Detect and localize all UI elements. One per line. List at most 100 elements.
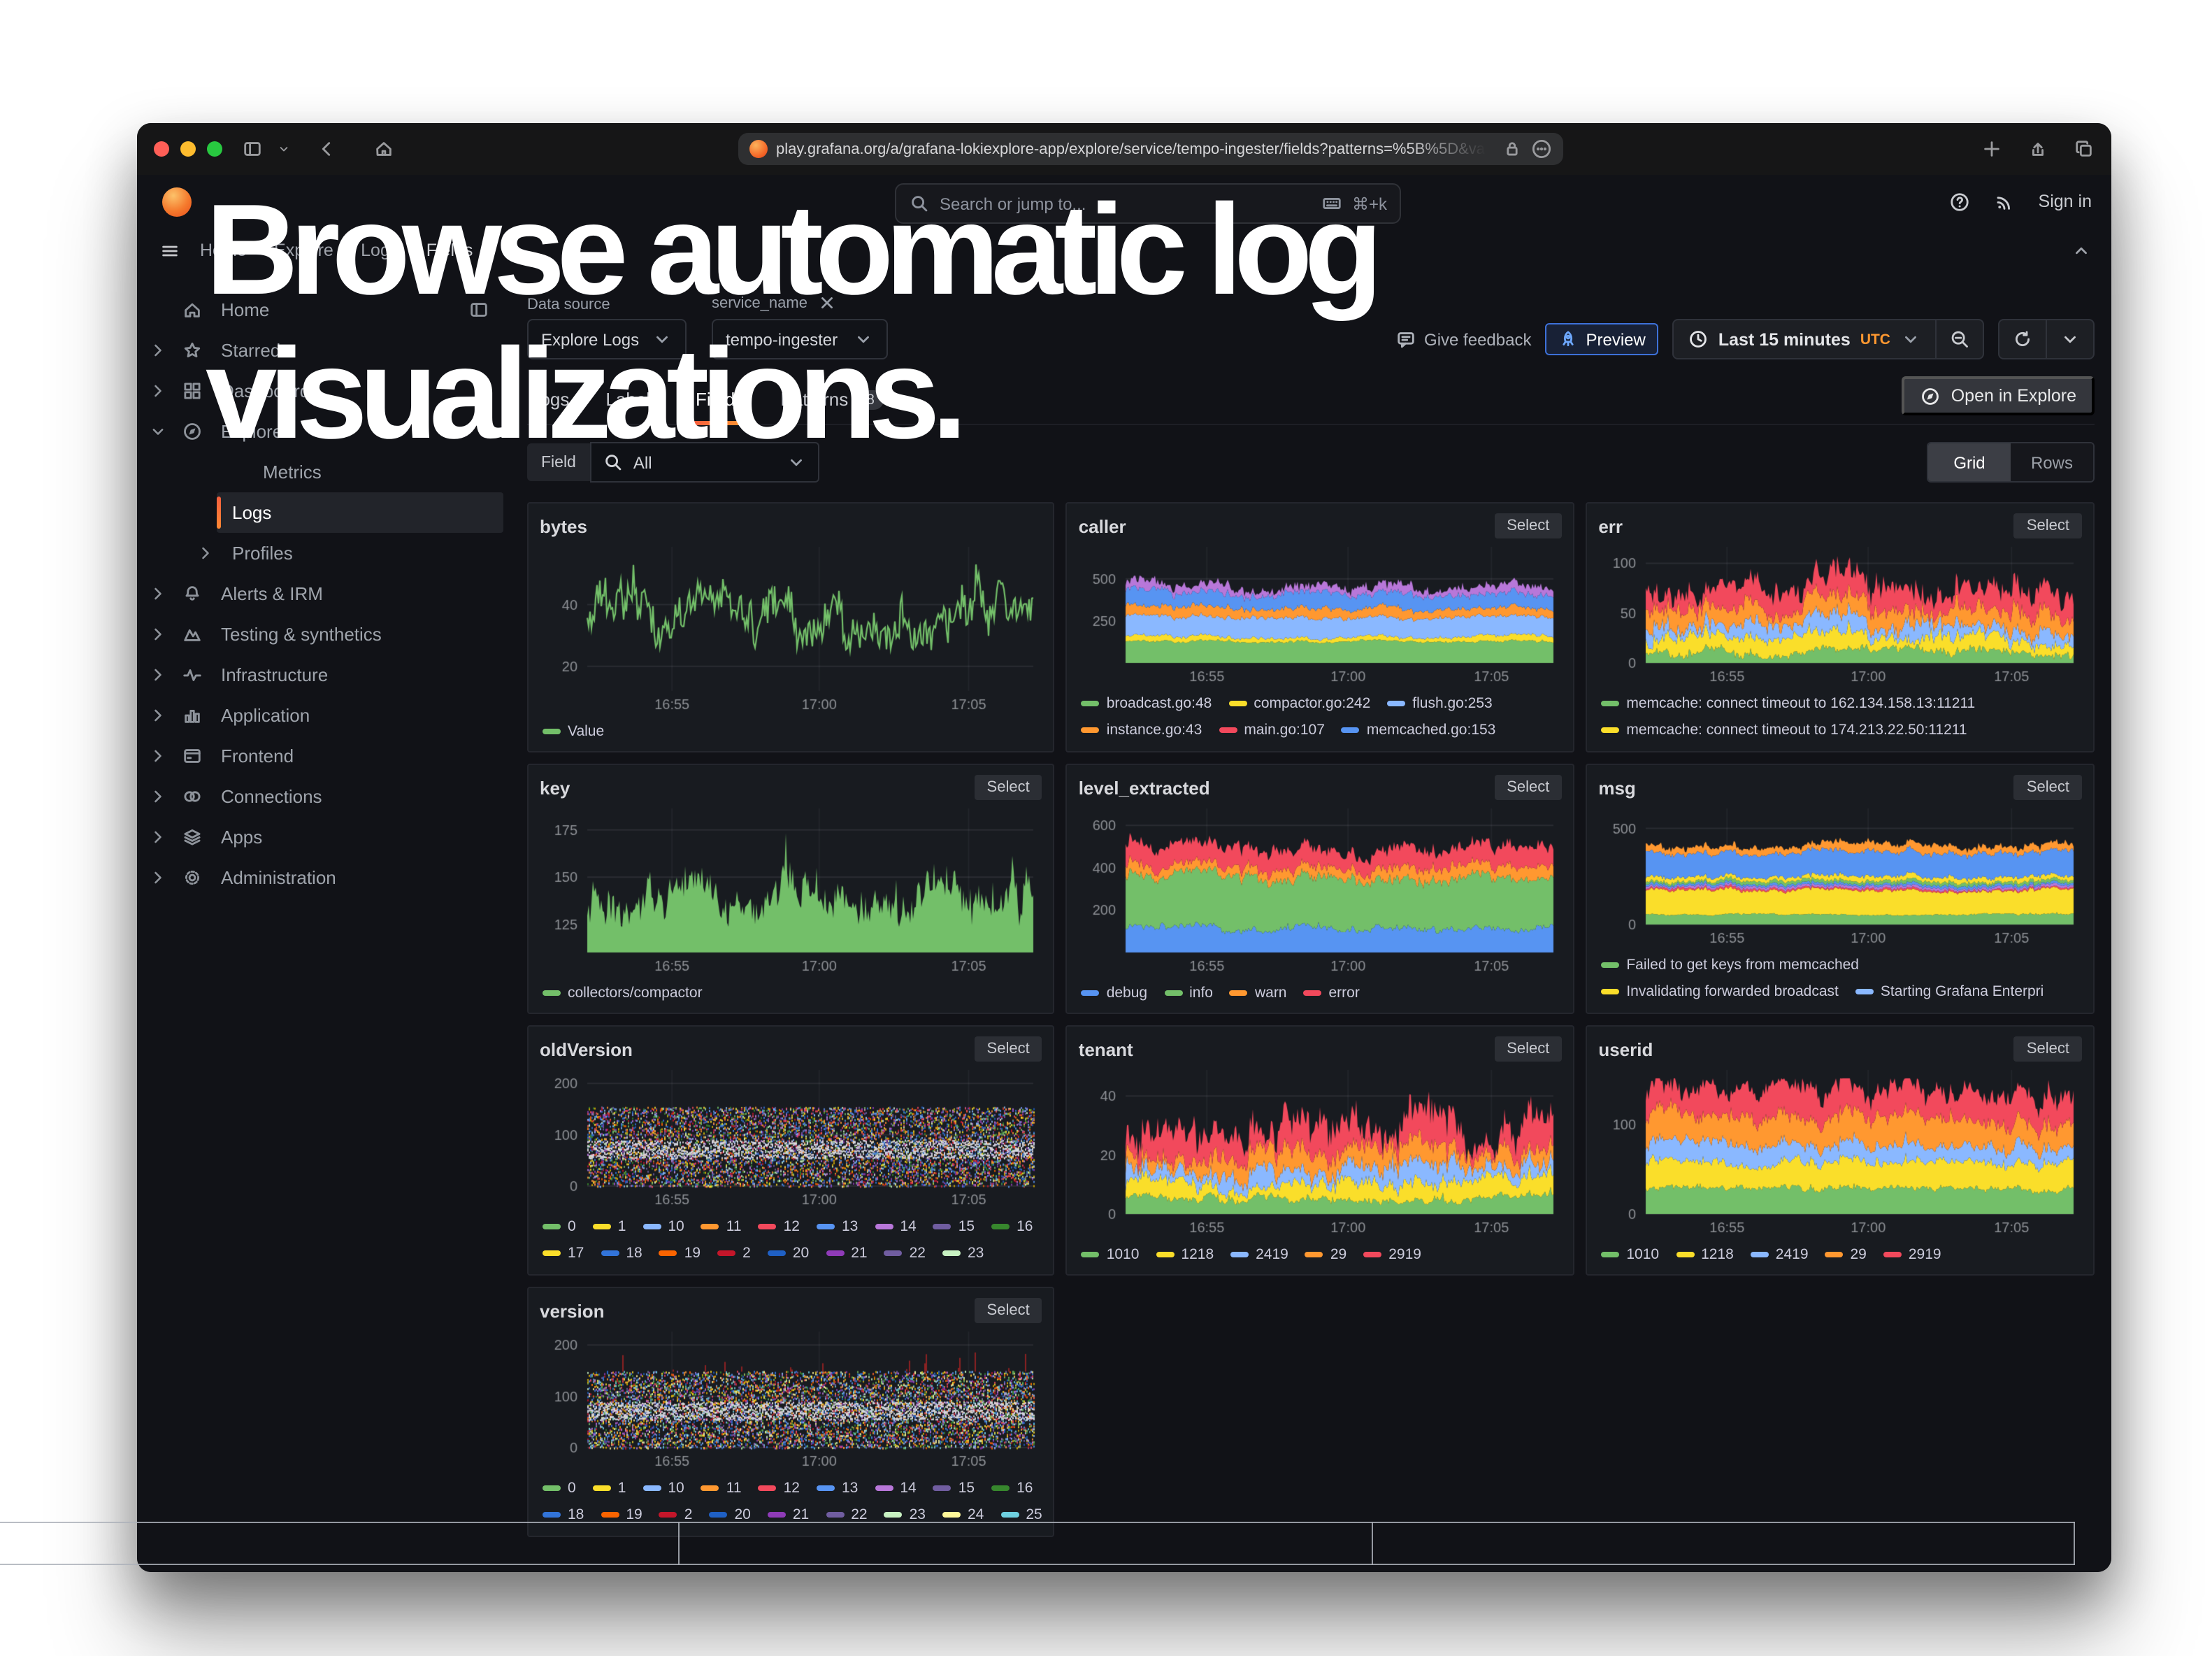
chart-canvas[interactable] bbox=[1598, 541, 2082, 687]
time-range-picker[interactable]: Last 15 minutes UTC bbox=[1674, 320, 1935, 358]
legend-item[interactable]: 20 bbox=[768, 1244, 809, 1261]
chart-canvas[interactable] bbox=[1079, 541, 1563, 687]
chart-canvas[interactable] bbox=[1079, 803, 1563, 976]
legend-item[interactable]: 2 bbox=[659, 1506, 693, 1522]
legend-item[interactable]: 2419 bbox=[1230, 1245, 1288, 1262]
chart-canvas[interactable] bbox=[540, 541, 1042, 715]
legend-item[interactable]: 23 bbox=[942, 1244, 984, 1261]
legend-item[interactable]: 19 bbox=[601, 1506, 642, 1522]
tabs-overview-icon[interactable] bbox=[2074, 138, 2095, 159]
sidebar-item-dashboards[interactable]: Dashboards bbox=[137, 371, 503, 411]
legend-item[interactable]: 17 bbox=[543, 1244, 584, 1261]
chevron-down-icon[interactable] bbox=[148, 421, 168, 442]
sidebar-item-explore[interactable]: Explore bbox=[137, 411, 503, 452]
chevron-down-icon[interactable] bbox=[277, 138, 291, 159]
select-button[interactable]: Select bbox=[975, 1036, 1042, 1062]
sidebar-item-starred[interactable]: Starred bbox=[137, 330, 503, 371]
sidebar-item-testing-synthetics[interactable]: Testing & synthetics bbox=[137, 614, 503, 655]
close-window-button[interactable] bbox=[154, 141, 169, 157]
legend-item[interactable]: 25 bbox=[1000, 1506, 1042, 1522]
search-input[interactable]: Search or jump to... ⌘+k bbox=[895, 183, 1401, 224]
legend-item[interactable]: 14 bbox=[875, 1218, 916, 1234]
open-in-explore-button[interactable]: Open in Explore bbox=[1902, 376, 2095, 415]
refresh-button[interactable] bbox=[1999, 320, 2046, 358]
legend-item[interactable]: 23 bbox=[884, 1506, 926, 1522]
breadcrumb-item-explore[interactable]: Explore bbox=[274, 241, 333, 260]
data-source-select[interactable]: Explore Logs bbox=[527, 319, 687, 359]
sidebar-item-apps[interactable]: Apps bbox=[137, 817, 503, 857]
sidebar-item-alerts-irm[interactable]: Alerts & IRM bbox=[137, 573, 503, 614]
chevron-right-icon[interactable] bbox=[148, 705, 168, 726]
legend-item[interactable]: 13 bbox=[817, 1479, 858, 1496]
rows-view-button[interactable]: Rows bbox=[2011, 443, 2093, 481]
legend-item[interactable]: Starting Grafana Enterpri bbox=[1855, 983, 2044, 999]
rss-icon[interactable] bbox=[1994, 191, 2015, 212]
legend-item[interactable]: 15 bbox=[933, 1479, 975, 1496]
legend-item[interactable]: collectors/compactor bbox=[543, 984, 703, 1001]
legend-item[interactable]: 15 bbox=[933, 1218, 975, 1234]
sidebar-item-connections[interactable]: Connections bbox=[137, 776, 503, 817]
breadcrumb-item-logs[interactable]: Logs bbox=[361, 241, 398, 260]
close-icon[interactable] bbox=[817, 292, 838, 313]
legend-item[interactable]: 19 bbox=[659, 1244, 701, 1261]
legend-item[interactable]: 22 bbox=[826, 1506, 867, 1522]
grid-view-button[interactable]: Grid bbox=[1928, 443, 2011, 481]
legend-item[interactable]: 12 bbox=[759, 1218, 800, 1234]
legend-item[interactable]: 11 bbox=[701, 1479, 742, 1496]
select-button[interactable]: Select bbox=[1494, 1036, 1562, 1062]
legend-item[interactable]: memcache: connect timeout to 174.213.22.… bbox=[1601, 721, 1967, 738]
chart-canvas[interactable] bbox=[540, 803, 1042, 976]
select-button[interactable]: Select bbox=[1494, 775, 1562, 800]
legend-item[interactable]: 10 bbox=[642, 1479, 684, 1496]
legend-item[interactable]: compactor.go:242 bbox=[1228, 694, 1370, 711]
legend-item[interactable]: 0 bbox=[543, 1218, 576, 1234]
home-toolbar-icon[interactable] bbox=[373, 138, 394, 159]
legend-item[interactable]: 10 bbox=[642, 1218, 684, 1234]
legend-item[interactable]: 16 bbox=[991, 1218, 1033, 1234]
share-icon[interactable] bbox=[2027, 138, 2048, 159]
sign-in-link[interactable]: Sign in bbox=[2039, 192, 2092, 211]
sidebar-item-profiles[interactable]: Profiles bbox=[137, 533, 503, 573]
chart-canvas[interactable] bbox=[1598, 1064, 2082, 1238]
chevron-right-icon[interactable] bbox=[148, 745, 168, 766]
field-search-select[interactable]: All bbox=[590, 442, 819, 483]
legend-item[interactable]: 2 bbox=[717, 1244, 751, 1261]
select-button[interactable]: Select bbox=[2014, 775, 2082, 800]
legend-item[interactable]: 12 bbox=[759, 1479, 800, 1496]
legend-item[interactable]: flush.go:253 bbox=[1387, 694, 1492, 711]
menu-icon[interactable] bbox=[159, 240, 180, 261]
sidebar-item-metrics[interactable]: Metrics bbox=[137, 452, 503, 492]
legend-item[interactable]: 21 bbox=[826, 1244, 867, 1261]
help-icon[interactable] bbox=[1949, 191, 1970, 212]
legend-item[interactable]: info bbox=[1164, 984, 1213, 1001]
sidebar-item-frontend[interactable]: Frontend bbox=[137, 736, 503, 776]
legend-item[interactable]: 1218 bbox=[1676, 1245, 1734, 1262]
legend-item[interactable]: 11 bbox=[701, 1218, 742, 1234]
chart-canvas[interactable] bbox=[1079, 1064, 1563, 1238]
legend-item[interactable]: 1010 bbox=[1082, 1245, 1140, 1262]
legend-item[interactable]: 18 bbox=[543, 1506, 584, 1522]
legend-item[interactable]: Failed to get keys from memcached bbox=[1601, 956, 1859, 973]
sidebar-item-infrastructure[interactable]: Infrastructure bbox=[137, 655, 503, 695]
legend-item[interactable]: memcached.go:153 bbox=[1342, 721, 1495, 738]
legend-item[interactable]: 18 bbox=[601, 1244, 642, 1261]
chevron-right-icon[interactable] bbox=[148, 624, 168, 645]
sidebar-item-application[interactable]: Application bbox=[137, 695, 503, 736]
legend-item[interactable]: main.go:107 bbox=[1219, 721, 1325, 738]
legend-item[interactable]: 29 bbox=[1825, 1245, 1867, 1262]
legend-item[interactable]: 1 bbox=[593, 1218, 626, 1234]
legend-item[interactable]: 1010 bbox=[1601, 1245, 1659, 1262]
legend-item[interactable]: 2419 bbox=[1751, 1245, 1809, 1262]
sidebar-item-home[interactable]: Home bbox=[137, 290, 503, 330]
legend-item[interactable]: 16 bbox=[991, 1479, 1033, 1496]
sidebar-toggle-icon[interactable] bbox=[242, 138, 263, 159]
legend-item[interactable]: warn bbox=[1230, 984, 1287, 1001]
legend-item[interactable]: instance.go:43 bbox=[1082, 721, 1202, 738]
dock-sidebar-icon[interactable] bbox=[468, 299, 489, 320]
chart-canvas[interactable] bbox=[1598, 803, 2082, 948]
legend-item[interactable]: 21 bbox=[768, 1506, 809, 1522]
give-feedback-link[interactable]: Give feedback bbox=[1395, 329, 1531, 350]
chevron-right-icon[interactable] bbox=[148, 583, 168, 604]
service-filter-select[interactable]: tempo-ingester bbox=[712, 319, 888, 359]
legend-item[interactable]: 24 bbox=[942, 1506, 984, 1522]
